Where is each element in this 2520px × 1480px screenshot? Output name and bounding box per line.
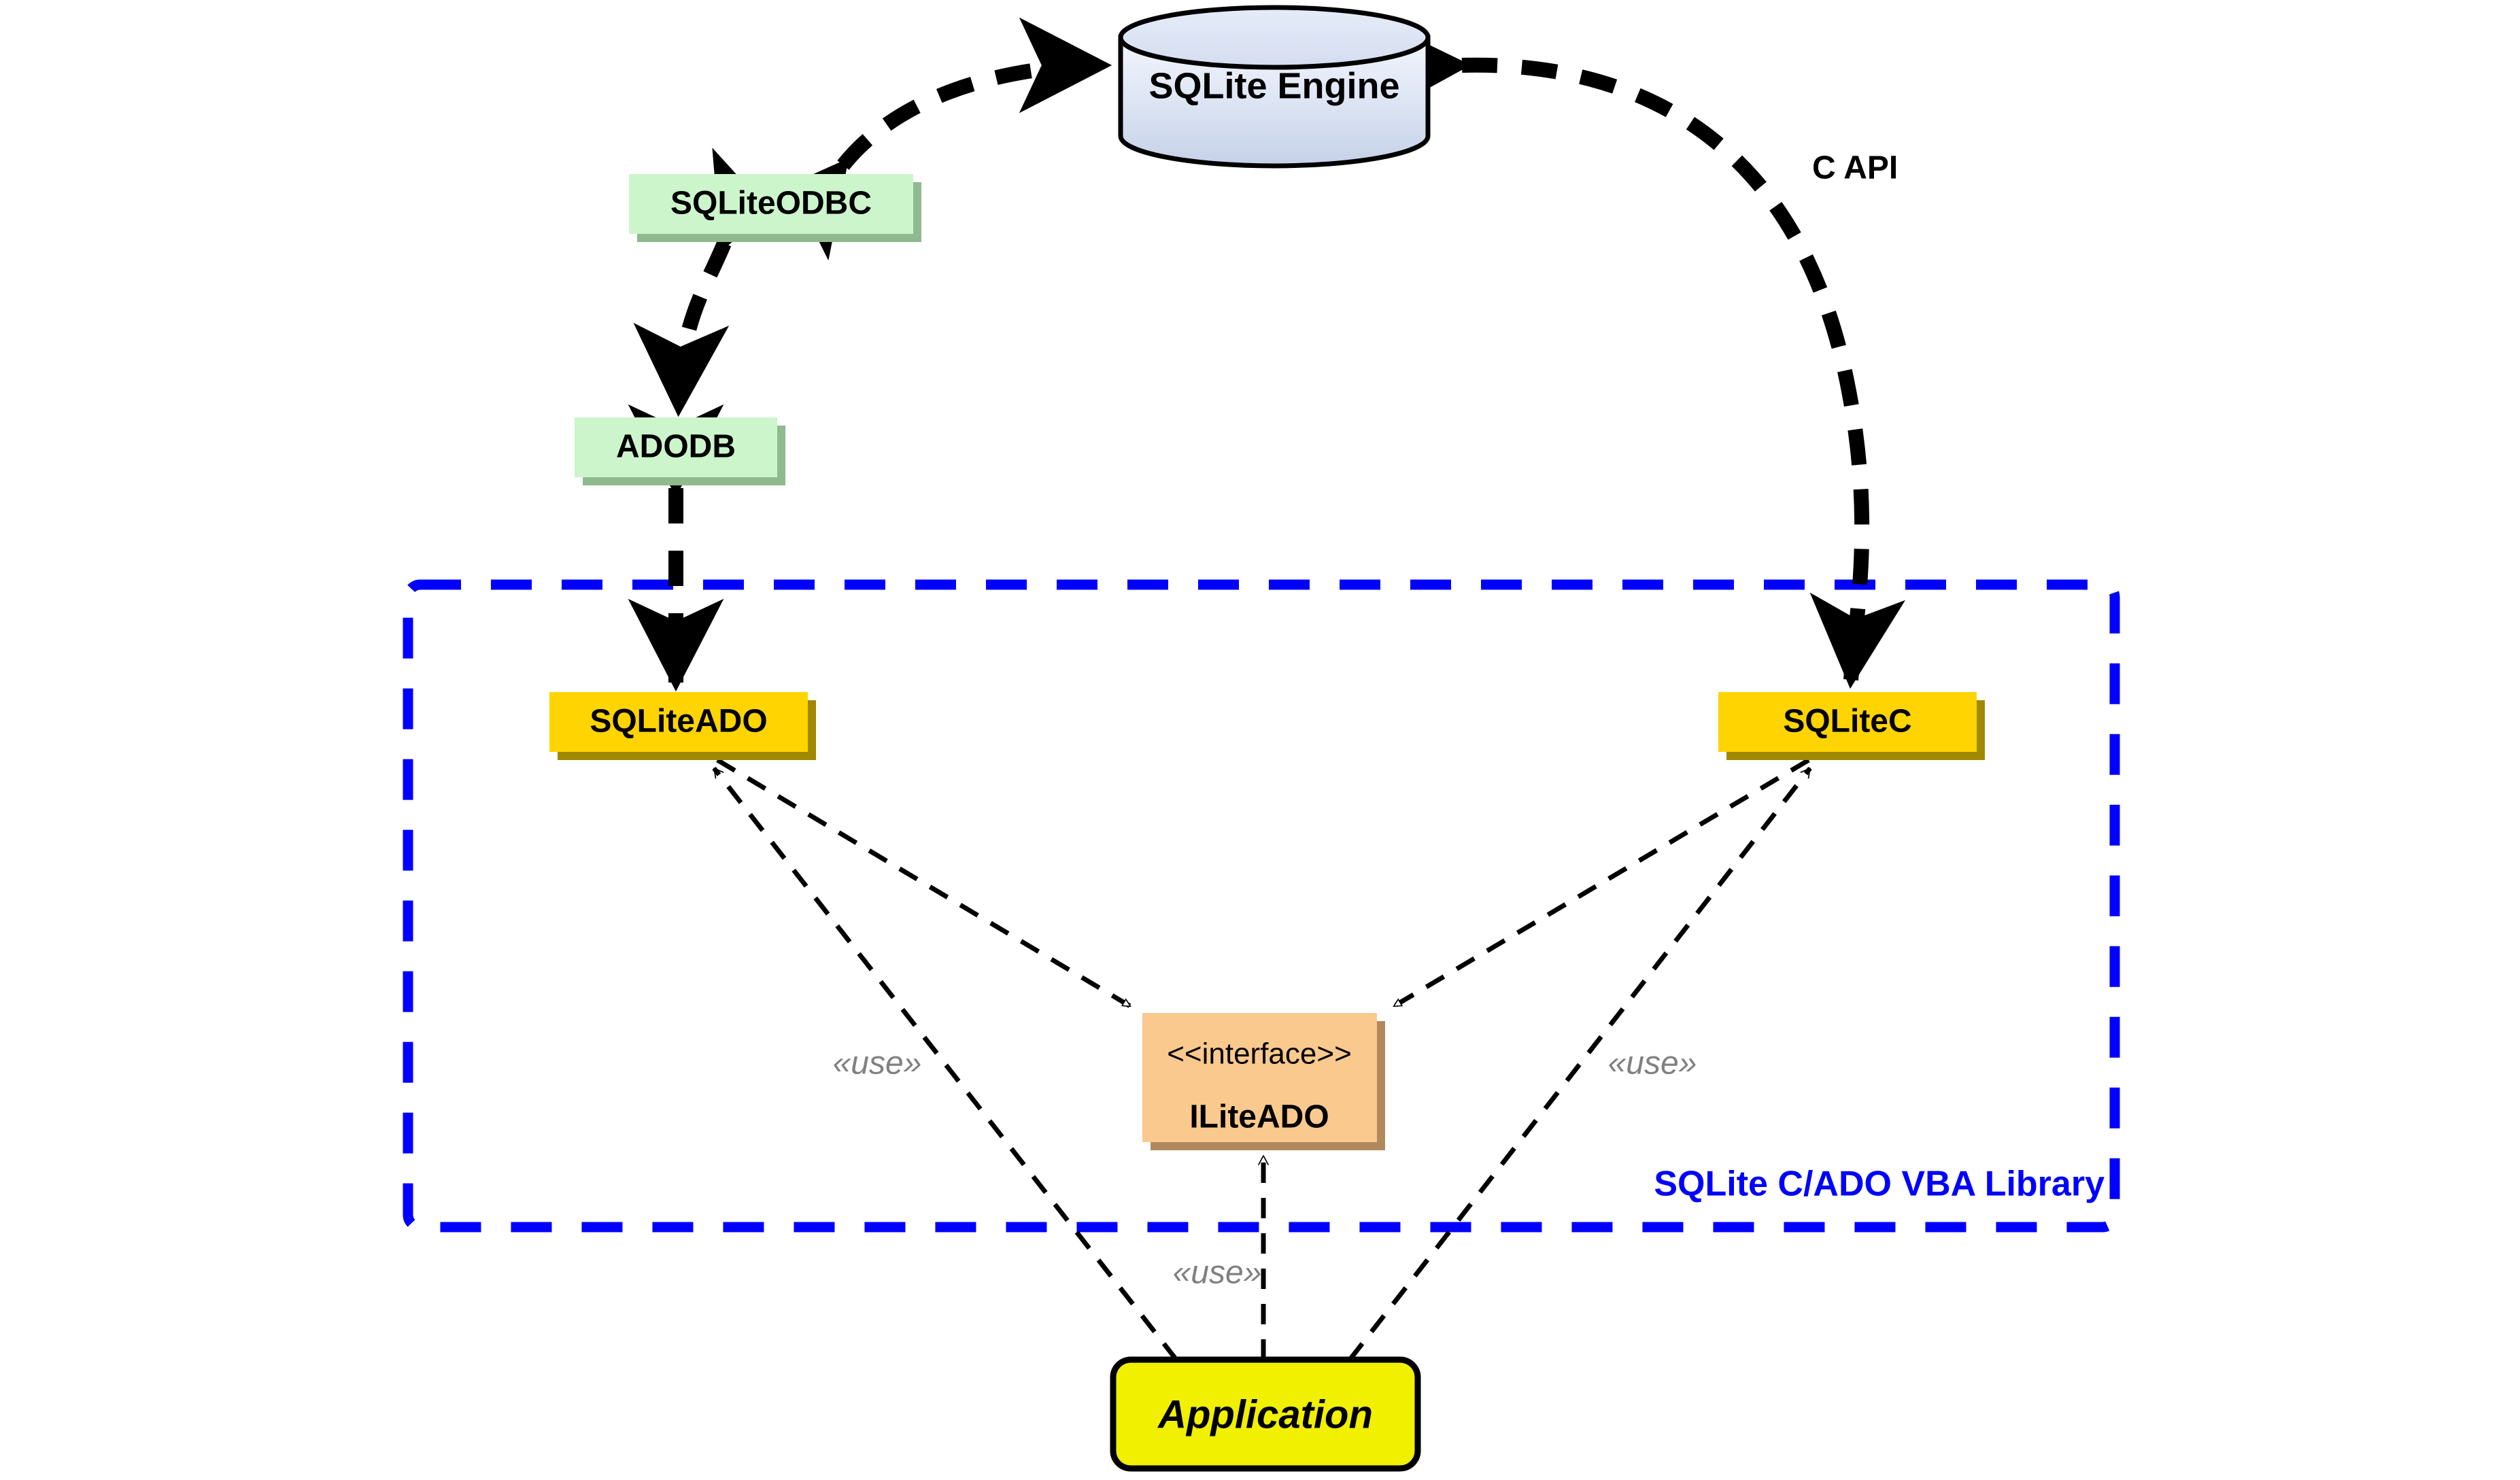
edge-application-uses-sqliteado-path bbox=[712, 766, 1178, 1362]
c-api-label: C API bbox=[1812, 150, 1898, 186]
node-application[interactable]: Application bbox=[1110, 1356, 1421, 1472]
node-iliteado[interactable]: <<interface>> ILiteADO bbox=[1142, 1013, 1385, 1150]
use-label-center: «use» bbox=[1173, 1255, 1262, 1291]
edge-application-uses-sqlitec: «use» bbox=[1348, 766, 1812, 1362]
edge-odbc-adodb bbox=[633, 148, 801, 417]
edge-application-uses-sqlitec-path bbox=[1348, 766, 1812, 1362]
node-adodb-label: ADODB bbox=[616, 429, 736, 465]
library-boundary-label: SQLite C/ADO VBA Library bbox=[1654, 1165, 2105, 1204]
edge-engine-sqlitec: C API bbox=[1377, 19, 1906, 689]
edge-sqliteado-realizes-iliteado bbox=[716, 757, 1130, 1009]
edge-sqlitec-realizes-iliteado-path bbox=[1394, 757, 1810, 1009]
edge-engine-odbc-path bbox=[753, 17, 1112, 261]
edge-engine-odbc bbox=[753, 17, 1112, 261]
node-sqlitec[interactable]: SQLiteC bbox=[1718, 692, 1985, 760]
node-application-label: Application bbox=[1157, 1392, 1373, 1436]
node-sqliteodbc-label: SQLiteODBC bbox=[670, 186, 872, 222]
node-sqliteodbc[interactable]: SQLiteODBC bbox=[629, 174, 921, 242]
node-iliteado-stereotype: <<interface>> bbox=[1167, 1037, 1352, 1071]
cylinder-top bbox=[1118, 5, 1431, 70]
architecture-diagram: SQLite C/ADO VBA Library C API «use» «us… bbox=[403, 5, 2120, 1472]
node-adodb[interactable]: ADODB bbox=[575, 417, 785, 485]
node-sqlite-engine-label: SQLite Engine bbox=[1148, 65, 1399, 106]
use-label-left: «use» bbox=[833, 1046, 922, 1082]
edge-application-uses-iliteado: «use» bbox=[1173, 1155, 1269, 1360]
diagram-canvas: SQLite C/ADO VBA Library C API «use» «us… bbox=[0, 0, 2520, 1480]
edge-sqlitec-realizes-iliteado bbox=[1394, 757, 1810, 1009]
node-iliteado-label: ILiteADO bbox=[1189, 1099, 1329, 1135]
edge-sqliteado-realizes-iliteado-path bbox=[716, 757, 1130, 1009]
edge-odbc-adodb-path bbox=[633, 148, 801, 417]
node-sqlitec-label: SQLiteC bbox=[1783, 704, 1911, 740]
node-sqliteado[interactable]: SQLiteADO bbox=[549, 692, 816, 760]
use-label-right: «use» bbox=[1608, 1046, 1697, 1082]
node-sqliteado-label: SQLiteADO bbox=[590, 704, 767, 740]
edge-application-uses-sqliteado: «use» bbox=[712, 766, 1178, 1362]
node-sqlite-engine[interactable]: SQLite Engine bbox=[1118, 5, 1431, 169]
